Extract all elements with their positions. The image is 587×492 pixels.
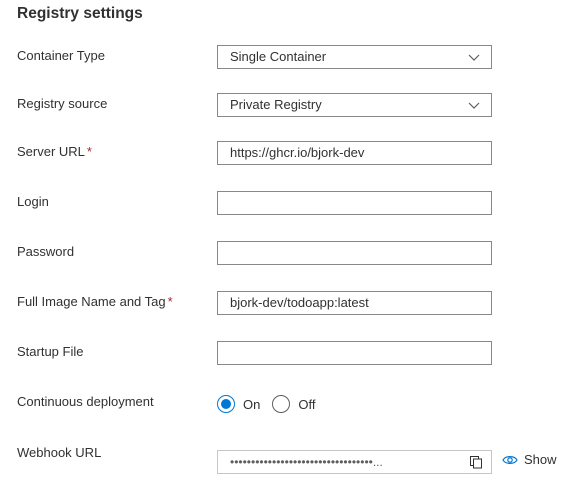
server-url-label: Server URL * — [17, 144, 92, 160]
server-url-label-text: Server URL — [17, 144, 85, 159]
registry-source-value: Private Registry — [230, 97, 322, 112]
login-input[interactable] — [217, 191, 492, 215]
container-type-select[interactable]: Single Container — [217, 45, 492, 69]
image-name-input[interactable]: bjork-dev/todoapp:latest — [217, 291, 492, 315]
webhook-url-masked-value: ••••••••••••••••••••••••••••••••••... — [230, 455, 383, 469]
server-url-input[interactable]: https://ghcr.io/bjork-dev — [217, 141, 492, 165]
webhook-url-field[interactable]: ••••••••••••••••••••••••••••••••••... — [217, 450, 492, 474]
radio-on-label: On — [243, 396, 261, 412]
radio-on-indicator[interactable] — [217, 395, 235, 413]
radio-off-indicator[interactable] — [272, 395, 291, 413]
required-indicator: * — [86, 144, 92, 159]
image-name-label: Full Image Name and Tag * — [17, 294, 173, 310]
container-type-label: Container Type — [17, 48, 105, 63]
chevron-down-icon — [468, 54, 480, 61]
continuous-deployment-label: Continuous deployment — [17, 394, 154, 409]
eye-icon — [502, 455, 518, 464]
radio-on[interactable]: On — [217, 395, 260, 413]
copy-icon[interactable] — [469, 455, 483, 469]
login-label: Login — [17, 194, 49, 209]
radio-off-label: Off — [298, 396, 316, 412]
required-indicator: * — [167, 294, 173, 309]
password-label: Password — [17, 244, 75, 259]
password-input[interactable] — [217, 241, 492, 265]
container-type-value: Single Container — [230, 49, 327, 64]
image-name-label-text: Full Image Name and Tag — [17, 294, 166, 309]
chevron-down-icon — [468, 102, 480, 109]
startup-file-label: Startup File — [17, 344, 84, 359]
section-title: Registry settings — [17, 5, 143, 22]
show-webhook-button[interactable]: Show — [502, 452, 557, 467]
show-label: Show — [524, 452, 557, 467]
registry-source-select[interactable]: Private Registry — [217, 93, 492, 117]
webhook-url-label: Webhook URL — [17, 445, 102, 460]
startup-file-input[interactable] — [217, 341, 492, 365]
registry-source-label: Registry source — [17, 96, 108, 111]
radio-off[interactable]: Off — [272, 395, 315, 413]
continuous-deployment-radio-group: On Off — [217, 393, 327, 415]
